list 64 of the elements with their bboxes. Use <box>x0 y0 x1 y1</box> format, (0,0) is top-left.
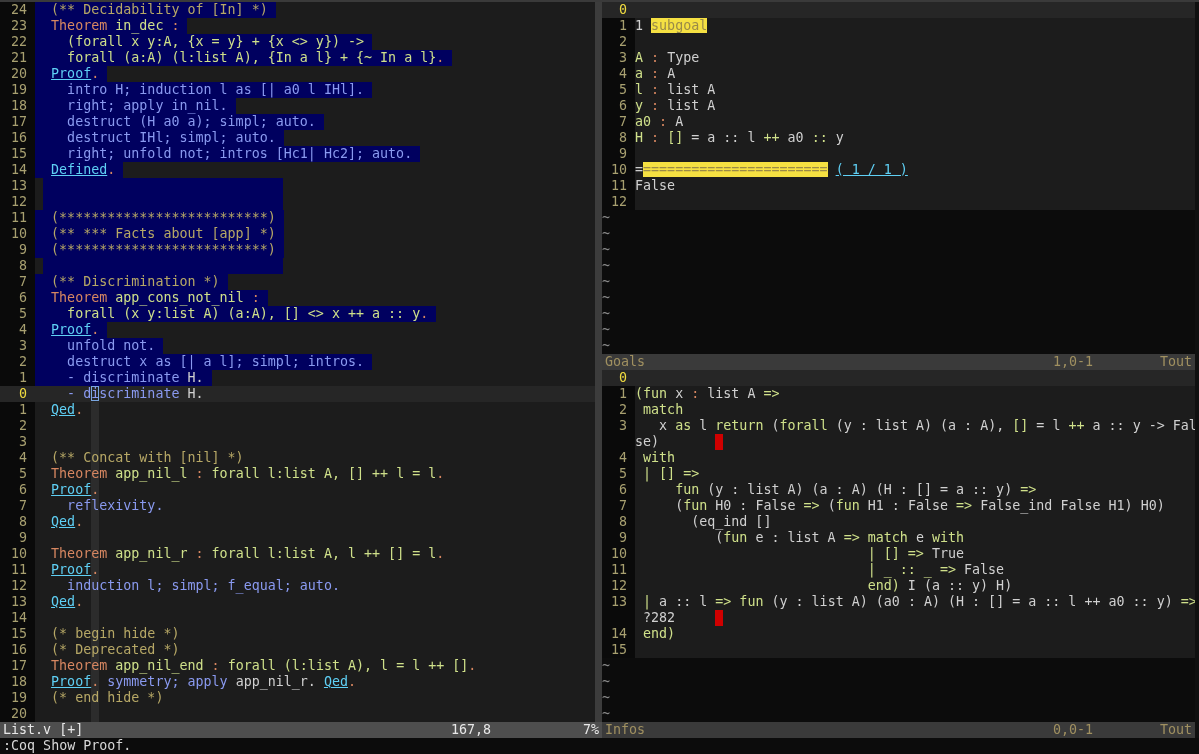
code-line: match <box>642 402 684 418</box>
filler-tilde: ~ <box>602 226 612 242</box>
code-line: | [] => <box>642 466 700 482</box>
code-line: Theorem app_nil_r : forall l:list A, l ++ [] = l. <box>50 546 445 562</box>
code-line: a : A <box>635 66 676 82</box>
code-line: induction l; simpl; f_equal; auto. <box>66 578 340 594</box>
filler-tilde: ~ <box>602 306 612 322</box>
code-line: (eq_ind [] <box>690 514 772 530</box>
filler-tilde: ~ <box>602 322 612 338</box>
filler-tilde: ~ <box>602 242 612 258</box>
buffer-name: Goals <box>605 354 647 370</box>
code-line: fun (y : list A) (a : A) (H : [] = a :: y) => <box>674 482 1037 498</box>
code-line: Qed. <box>50 514 84 530</box>
code-line: | [] => True <box>866 546 964 562</box>
filler-tilde: ~ <box>602 290 612 306</box>
filler-tilde: ~ <box>602 274 612 290</box>
filler-tilde: ~ <box>602 210 612 226</box>
cursor-position: 1,0-1 <box>1053 354 1095 370</box>
code-line: Proof. <box>50 482 100 498</box>
code-line: with <box>642 450 676 466</box>
filler-tilde: ~ <box>602 706 612 722</box>
code-line: (fun H0 : False => (fun H1 : False => False_ind False H1) H0) <box>674 498 1165 514</box>
code-line: - discriminate H. <box>66 386 204 402</box>
filler-tilde: ~ <box>602 338 612 354</box>
code-line: (* begin hide *) <box>50 626 180 642</box>
code-line: Theorem app_nil_end : forall (l:list A), l = l ++ []. <box>50 658 477 674</box>
filler-tilde: ~ <box>602 674 612 690</box>
code-line: (fun e : list A => match e with <box>714 530 965 546</box>
cursor-position: 0,0-1 <box>1053 722 1095 738</box>
cursor-position: 167,8 <box>451 722 493 738</box>
code-line: y : list A <box>635 98 716 114</box>
buffer-name: List.v [+] <box>3 722 85 738</box>
code-line: (** Concat with [nil] *) <box>50 450 244 466</box>
code-line: l : list A <box>635 82 716 98</box>
buffer-name: Infos <box>605 722 647 738</box>
code-line: Proof. symmetry; apply app_nil_r. Qed. <box>50 674 357 690</box>
filler-tilde: ~ <box>602 690 612 706</box>
code-line: (* end hide *) <box>50 690 164 706</box>
scroll-position: Tout <box>1159 722 1192 738</box>
scroll-position: Tout <box>1159 354 1192 370</box>
code-line: Qed. <box>50 402 84 418</box>
code-line: a0 : A <box>635 114 684 130</box>
code-line: False <box>635 178 676 194</box>
code-line: (fun x : list A => <box>635 386 780 402</box>
code-line: Proof. <box>50 562 100 578</box>
code-line: A : Type <box>635 50 700 66</box>
code-line: x as l return (forall (y : list A) (a : A), [] = l ++ a :: y -> Fal <box>658 418 1195 434</box>
code-line: se) <box>635 434 660 450</box>
code-line: Qed. <box>50 594 84 610</box>
code-line: end) I (a :: y) H) <box>866 578 1013 594</box>
line-number: 0 <box>602 370 635 386</box>
code-line: | _ :: _ => False <box>866 562 1005 578</box>
line-number: 0 <box>602 2 635 18</box>
line-number: 0 <box>0 386 35 402</box>
scroll-position: 7% <box>582 722 599 738</box>
code-line: ?282 <box>642 610 676 626</box>
code-line: H : [] = a :: l ++ a0 :: y <box>635 130 844 146</box>
filler-tilde: ~ <box>602 658 612 674</box>
code-line: Theorem app_nil_l : forall l:list A, [] ++ l = l. <box>50 466 445 482</box>
code-line: 1 subgoal <box>635 18 708 34</box>
filler-tilde: ~ <box>602 258 612 274</box>
code-line: (* Deprecated *) <box>50 642 180 658</box>
code-line: reflexivity. <box>66 498 164 514</box>
code-line: end) <box>642 626 676 642</box>
